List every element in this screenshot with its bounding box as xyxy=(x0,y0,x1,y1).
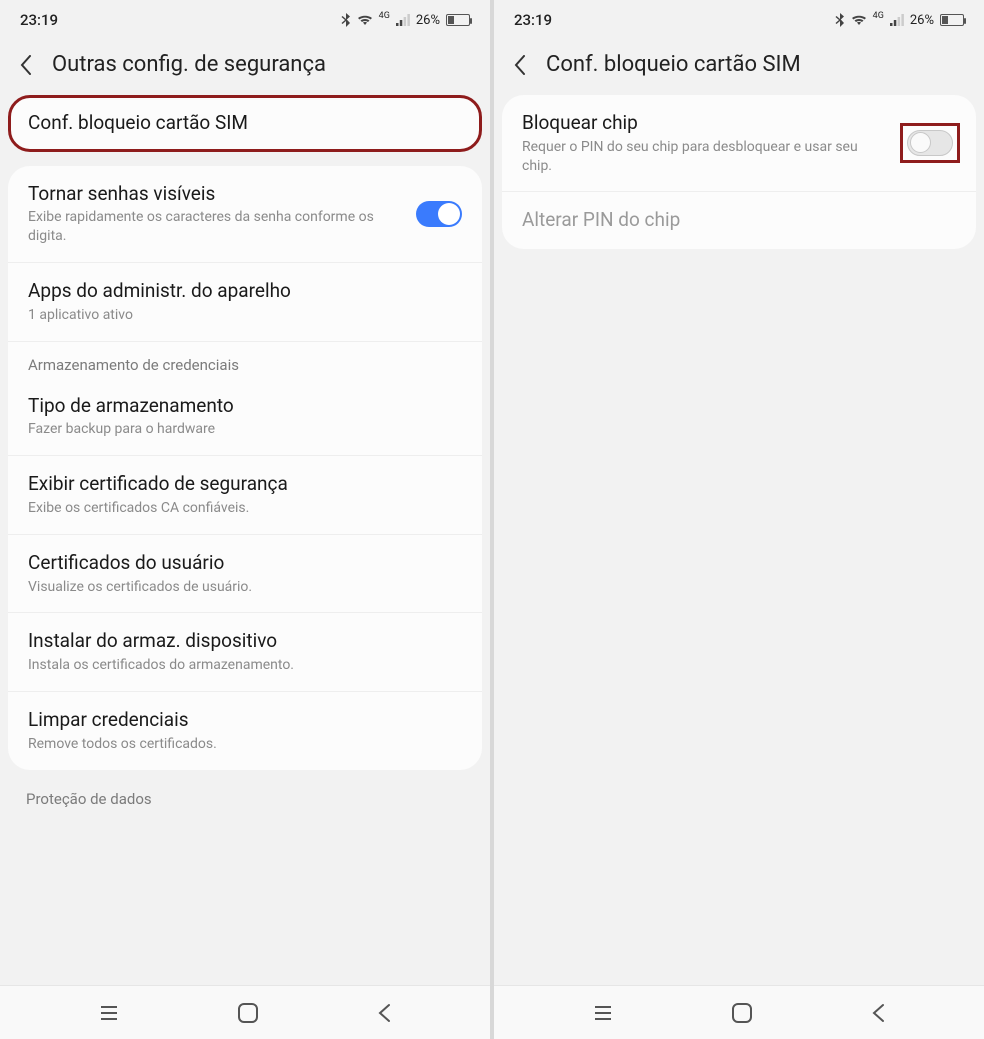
device-admin-label: Apps do administr. do aparelho xyxy=(28,279,462,304)
install-cert-row[interactable]: Instalar do armaz. dispositivo Instala o… xyxy=(8,612,482,691)
passwords-visible-sub: Exibe rapidamente os caracteres da senha… xyxy=(28,208,400,246)
wifi-icon xyxy=(851,14,867,26)
install-cert-label: Instalar do armaz. dispositivo xyxy=(28,629,462,654)
show-cert-sub: Exibe os certificados CA confiáveis. xyxy=(28,499,462,518)
data-protection-section-label: Proteção de dados xyxy=(0,784,490,818)
signal-icon xyxy=(890,14,904,26)
storage-type-row[interactable]: Tipo de armazenamento Fazer backup para … xyxy=(8,378,482,456)
clear-cred-sub: Remove todos os certificados. xyxy=(28,735,462,754)
device-admin-row[interactable]: Apps do administr. do aparelho 1 aplicat… xyxy=(8,262,482,341)
nav-back-button[interactable] xyxy=(377,1003,391,1023)
install-cert-sub: Instala os certificados do armazenamento… xyxy=(28,656,462,675)
battery-percent: 26% xyxy=(416,13,440,28)
user-cert-sub: Visualize os certificados de usuário. xyxy=(28,578,462,597)
status-time: 23:19 xyxy=(514,11,552,29)
page-title: Outras config. de segurança xyxy=(52,52,326,77)
content: Conf. bloqueio cartão SIM Tornar senhas … xyxy=(0,95,490,1039)
phone-right: 23:19 4G 26% Conf. bloqueio cartão SIM xyxy=(494,0,984,1039)
lock-chip-row[interactable]: Bloquear chip Requer o PIN do seu chip p… xyxy=(502,95,976,191)
change-pin-row: Alterar PIN do chip xyxy=(502,191,976,249)
header: Conf. bloqueio cartão SIM xyxy=(494,40,984,95)
storage-type-label: Tipo de armazenamento xyxy=(28,394,462,419)
status-bar: 23:19 4G 26% xyxy=(494,0,984,40)
passwords-visible-toggle[interactable] xyxy=(416,201,462,227)
status-time: 23:19 xyxy=(20,11,58,29)
battery-icon xyxy=(940,14,964,26)
sim-settings-card: Bloquear chip Requer o PIN do seu chip p… xyxy=(502,95,976,249)
back-button[interactable] xyxy=(20,54,34,76)
user-cert-label: Certificados do usuário xyxy=(28,551,462,576)
network-type: 4G xyxy=(873,11,884,21)
lock-chip-label: Bloquear chip xyxy=(522,111,884,136)
header: Outras config. de segurança xyxy=(0,40,490,95)
show-cert-label: Exibir certificado de segurança xyxy=(28,472,462,497)
nav-home-button[interactable] xyxy=(237,1002,259,1024)
lock-chip-toggle-highlight xyxy=(900,123,960,163)
credentials-section-label: Armazenamento de credenciais xyxy=(8,341,482,378)
sim-lock-row-card: Conf. bloqueio cartão SIM xyxy=(8,95,482,152)
bluetooth-icon xyxy=(341,13,351,27)
device-admin-sub: 1 aplicativo ativo xyxy=(28,306,462,325)
passwords-visible-label: Tornar senhas visíveis xyxy=(28,182,400,207)
nav-back-button[interactable] xyxy=(871,1003,885,1023)
bluetooth-icon xyxy=(835,13,845,27)
show-cert-row[interactable]: Exibir certificado de segurança Exibe os… xyxy=(8,455,482,534)
status-icons: 4G 26% xyxy=(835,13,964,28)
lock-chip-toggle[interactable] xyxy=(907,130,953,156)
network-type: 4G xyxy=(379,11,390,21)
nav-recents-button[interactable] xyxy=(593,1005,613,1021)
sim-lock-label: Conf. bloqueio cartão SIM xyxy=(28,111,462,136)
change-pin-label: Alterar PIN do chip xyxy=(522,208,956,233)
security-group-card: Tornar senhas visíveis Exibe rapidamente… xyxy=(8,166,482,770)
nav-recents-button[interactable] xyxy=(99,1005,119,1021)
content: Bloquear chip Requer o PIN do seu chip p… xyxy=(494,95,984,1039)
nav-bar xyxy=(494,985,984,1039)
status-bar: 23:19 4G 26% xyxy=(0,0,490,40)
lock-chip-sub: Requer o PIN do seu chip para desbloquea… xyxy=(522,138,884,176)
storage-type-sub: Fazer backup para o hardware xyxy=(28,420,462,439)
signal-icon xyxy=(396,14,410,26)
status-icons: 4G 26% xyxy=(341,13,470,28)
battery-percent: 26% xyxy=(910,13,934,28)
back-button[interactable] xyxy=(514,54,528,76)
clear-cred-label: Limpar credenciais xyxy=(28,708,462,733)
phone-left: 23:19 4G 26% Outras config. de segurança xyxy=(0,0,490,1039)
clear-cred-row[interactable]: Limpar credenciais Remove todos os certi… xyxy=(8,691,482,770)
nav-bar xyxy=(0,985,490,1039)
wifi-icon xyxy=(357,14,373,26)
page-title: Conf. bloqueio cartão SIM xyxy=(546,52,801,77)
sim-lock-row[interactable]: Conf. bloqueio cartão SIM xyxy=(8,95,482,152)
nav-home-button[interactable] xyxy=(731,1002,753,1024)
user-cert-row[interactable]: Certificados do usuário Visualize os cer… xyxy=(8,534,482,613)
battery-icon xyxy=(446,14,470,26)
passwords-visible-row[interactable]: Tornar senhas visíveis Exibe rapidamente… xyxy=(8,166,482,262)
